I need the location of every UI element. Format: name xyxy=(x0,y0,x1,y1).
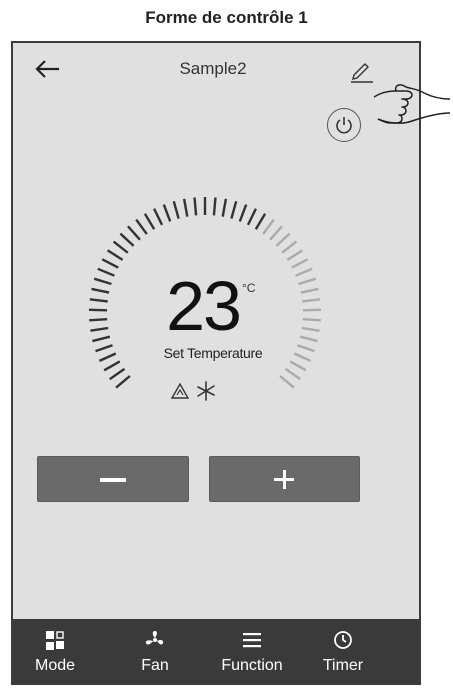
decrease-temperature-button[interactable] xyxy=(37,456,189,502)
dial-tick xyxy=(301,326,320,332)
tab-fan[interactable]: Fan xyxy=(132,619,178,683)
dial-tick xyxy=(302,298,321,303)
dial-tick xyxy=(109,367,126,381)
dial-tick xyxy=(230,200,238,219)
dial-tick xyxy=(182,198,189,217)
bottom-nav: Mode Fan Function Timer xyxy=(13,619,419,683)
dial-tick xyxy=(90,326,109,332)
auto-mode-icon xyxy=(170,382,190,399)
dial-tick xyxy=(295,267,313,277)
dial-tick xyxy=(289,360,307,372)
dial-tick xyxy=(300,287,319,294)
dial-tick xyxy=(93,277,112,286)
device-title: Sample2 xyxy=(179,59,247,78)
fan-icon xyxy=(145,631,164,645)
dial-tick xyxy=(212,197,217,216)
dial-tick xyxy=(275,232,291,247)
minus-icon xyxy=(100,478,126,482)
dial-tick xyxy=(153,208,164,226)
dial-tick xyxy=(103,360,121,372)
dial-tick xyxy=(281,240,298,254)
tab-mode-label: Mode xyxy=(34,657,76,674)
back-arrow-icon xyxy=(35,60,59,78)
app-screen: Sample2 23 °C Set Temperature Mode Fan F… xyxy=(11,41,421,685)
dial-tick xyxy=(302,318,321,322)
dial-tick xyxy=(95,344,113,353)
dial-tick xyxy=(246,208,257,226)
dial-tick xyxy=(92,335,111,343)
dial-tick xyxy=(115,375,131,389)
tab-fan-label: Fan xyxy=(141,657,169,674)
temperature-value: 23 xyxy=(166,267,242,345)
dial-tick xyxy=(112,240,129,254)
dial-tick xyxy=(302,308,322,312)
tab-timer-label: Timer xyxy=(322,657,364,674)
power-icon xyxy=(336,117,352,134)
dial-tick xyxy=(221,198,228,217)
dial-tick xyxy=(284,367,301,381)
dial-tick xyxy=(119,232,135,247)
dial-tick xyxy=(172,200,180,219)
dial-tick xyxy=(286,249,304,261)
dial-tick xyxy=(89,298,108,303)
dial-tick xyxy=(299,335,318,343)
menu-icon xyxy=(243,633,261,648)
clock-icon xyxy=(334,631,352,649)
power-button[interactable] xyxy=(327,108,361,142)
increase-temperature-button[interactable] xyxy=(209,456,360,502)
set-temperature-label: Set Temperature xyxy=(163,345,263,361)
dial-tick xyxy=(269,225,283,241)
dial-tick xyxy=(101,258,119,269)
dial-tick xyxy=(291,258,309,269)
mode-icon xyxy=(46,631,64,650)
mode-status-icons xyxy=(170,381,215,401)
fan-speed-icon xyxy=(197,381,215,401)
tab-timer[interactable]: Timer xyxy=(313,619,373,683)
tab-function[interactable]: Function xyxy=(210,619,294,683)
dial-tick xyxy=(143,213,156,230)
dial-tick xyxy=(279,375,295,389)
dial-tick xyxy=(135,218,148,235)
dial-tick xyxy=(106,249,124,261)
dial-tick xyxy=(262,218,275,235)
dial-tick xyxy=(193,197,198,216)
dial-tick xyxy=(88,308,108,312)
dial-tick xyxy=(89,318,108,322)
dial-tick xyxy=(127,225,141,241)
dial-tick xyxy=(97,267,115,277)
temperature-unit: °C xyxy=(242,281,256,295)
tab-mode[interactable]: Mode xyxy=(29,619,81,683)
dial-tick xyxy=(298,277,317,286)
pointing-hand-icon xyxy=(373,84,451,124)
dial-tick xyxy=(254,213,267,230)
dial-tick xyxy=(162,204,172,222)
tab-function-label: Function xyxy=(221,657,283,674)
dial-tick xyxy=(238,204,248,222)
page-caption: Forme de contrôle 1 xyxy=(145,8,308,27)
dial-tick xyxy=(91,287,110,294)
back-button[interactable] xyxy=(33,55,63,85)
top-bar: Sample2 xyxy=(13,43,419,103)
